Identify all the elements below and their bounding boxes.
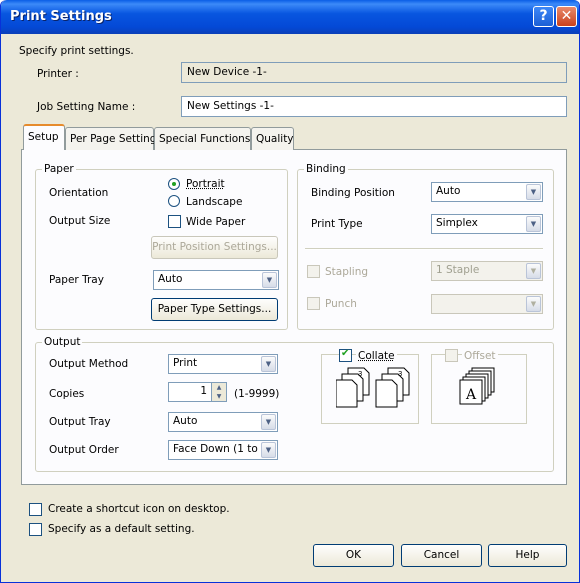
chevron-down-icon: ▼	[526, 216, 541, 232]
offset-checkbox[interactable]	[445, 349, 458, 362]
collate-checkbox[interactable]	[339, 348, 352, 362]
close-title-button[interactable]: ✕	[556, 6, 577, 27]
tab-special-functions[interactable]: Special Functions	[154, 127, 251, 150]
output-tray-select[interactable]: Auto ▼	[168, 412, 278, 432]
svg-text:3: 3	[398, 370, 402, 378]
tab-quality[interactable]: Quality	[251, 127, 294, 150]
landscape-radio[interactable]	[168, 195, 180, 207]
print-type-value: Simplex	[436, 217, 478, 229]
chevron-down-icon: ▼	[261, 442, 276, 458]
cancel-button[interactable]: Cancel	[401, 544, 482, 567]
output-method-value: Print	[173, 357, 198, 369]
svg-text:A: A	[465, 387, 477, 403]
default-setting-label: Specify as a default setting.	[48, 523, 195, 535]
offset-label: Offset	[462, 350, 498, 362]
shortcut-checkbox[interactable]	[29, 503, 42, 516]
collate-icon: 33	[336, 367, 410, 408]
paper-tray-value: Auto	[158, 273, 183, 285]
help-button[interactable]: Help	[488, 544, 567, 567]
window-title: Print Settings	[10, 9, 112, 24]
stapling-checkbox[interactable]	[307, 265, 320, 278]
copies-range: (1-9999)	[234, 388, 280, 400]
chevron-down-icon: ▼	[262, 272, 277, 288]
tab-setup[interactable]: Setup	[23, 124, 65, 150]
tab-per-page-setting[interactable]: Per Page Setting	[65, 127, 156, 150]
print-position-settings-button[interactable]: Print Position Settings...	[151, 236, 278, 259]
job-setting-name-input[interactable]: New Settings -1-	[181, 96, 567, 117]
punch-select[interactable]: ▼	[431, 294, 543, 314]
chevron-down-icon: ▼	[261, 414, 276, 430]
punch-label: Punch	[325, 298, 357, 310]
intro-text: Specify print settings.	[19, 45, 134, 57]
stapling-value: 1 Staple	[436, 264, 480, 276]
print-type-select[interactable]: Simplex ▼	[431, 214, 543, 234]
printer-label: Printer :	[37, 68, 79, 80]
output-size-label: Output Size	[49, 215, 111, 227]
spin-up-icon[interactable]: ▲	[212, 383, 226, 392]
title-bar[interactable]: Print Settings ? ✕	[1, 0, 579, 34]
output-order-label: Output Order	[49, 444, 119, 456]
paper-tray-select[interactable]: Auto ▼	[153, 270, 279, 290]
svg-text:3: 3	[358, 370, 362, 378]
portrait-radio[interactable]	[168, 178, 180, 190]
spin-down-icon[interactable]: ▼	[212, 392, 226, 401]
collate-label: Collate	[356, 350, 397, 362]
help-title-button[interactable]: ?	[533, 6, 554, 27]
wide-paper-checkbox[interactable]	[168, 215, 181, 228]
output-group-label: Output	[42, 336, 83, 348]
copies-spinner[interactable]: ▲ ▼	[211, 382, 227, 402]
output-method-label: Output Method	[49, 358, 129, 370]
offset-stack-icon: A	[459, 367, 495, 405]
paper-type-settings-button[interactable]: Paper Type Settings...	[151, 298, 278, 321]
print-settings-dialog: Print Settings ? ✕ Specify print setting…	[0, 0, 580, 583]
binding-position-label: Binding Position	[311, 187, 395, 199]
chevron-down-icon: ▼	[526, 296, 541, 312]
copies-input[interactable]: 1	[168, 382, 212, 402]
stapling-select[interactable]: 1 Staple ▼	[431, 261, 543, 281]
portrait-label: Portrait	[186, 178, 225, 190]
job-setting-label: Job Setting Name :	[37, 101, 136, 113]
chevron-down-icon: ▼	[526, 263, 541, 279]
output-order-value: Face Down (1 to N	[173, 443, 270, 455]
default-setting-checkbox[interactable]	[29, 523, 42, 536]
shortcut-label: Create a shortcut icon on desktop.	[48, 503, 230, 515]
copies-label: Copies	[49, 388, 85, 400]
landscape-label: Landscape	[186, 196, 243, 208]
orientation-label: Orientation	[49, 187, 109, 199]
output-order-select[interactable]: Face Down (1 to N ▼	[168, 440, 278, 460]
print-type-label: Print Type	[311, 218, 363, 230]
binding-position-value: Auto	[436, 185, 461, 197]
paper-tray-label: Paper Tray	[49, 274, 104, 286]
chevron-down-icon: ▼	[261, 356, 276, 372]
binding-group-label: Binding	[304, 163, 348, 175]
punch-checkbox[interactable]	[307, 297, 320, 310]
printer-field: New Device -1-	[181, 62, 567, 83]
chevron-down-icon: ▼	[526, 184, 541, 200]
paper-group-label: Paper	[42, 163, 76, 175]
binding-divider	[305, 248, 543, 250]
ok-button[interactable]: OK	[313, 544, 394, 567]
wide-paper-label: Wide Paper	[186, 216, 246, 228]
output-tray-value: Auto	[173, 415, 198, 427]
stapling-label: Stapling	[325, 266, 369, 278]
output-tray-label: Output Tray	[49, 416, 111, 428]
output-method-select[interactable]: Print ▼	[168, 354, 278, 374]
binding-position-select[interactable]: Auto ▼	[431, 182, 543, 202]
